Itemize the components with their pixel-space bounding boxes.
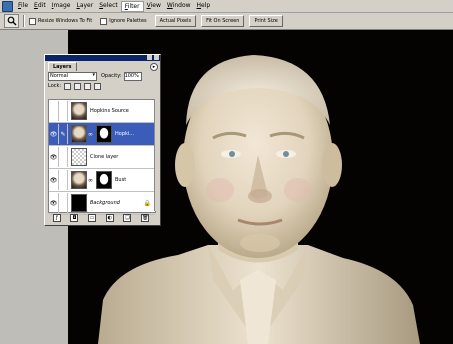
link-toggle[interactable] — [59, 101, 68, 121]
chain-link-icon[interactable]: ∞ — [88, 177, 93, 184]
layers-list: Hopkins Source 👁 ✎ ∞ Hopki... 👁 Clone la… — [48, 99, 156, 215]
ignore-palettes-checkbox[interactable]: Ignore Palettes — [100, 17, 147, 25]
layer-clone[interactable]: 👁 Clone layer — [49, 146, 155, 169]
minimize-icon[interactable] — [147, 55, 152, 60]
tab-layers[interactable]: Layers — [48, 62, 77, 71]
lock-position-icon[interactable] — [84, 82, 92, 90]
layer-hopkins-source[interactable]: Hopkins Source — [49, 100, 155, 123]
brush-icon[interactable]: ✎ — [59, 124, 68, 144]
layer-mask-thumbnail[interactable] — [96, 125, 112, 143]
add-mask-icon[interactable]: ◘ — [70, 213, 79, 222]
layers-scrollbar[interactable] — [154, 99, 159, 211]
menu-view[interactable]: View — [144, 0, 164, 12]
divider — [23, 15, 25, 27]
resize-windows-checkbox[interactable]: Resize Windows To Fit — [29, 17, 93, 25]
layer-background[interactable]: 👁 Background 🔒 — [49, 192, 155, 215]
layer-thumbnail — [71, 194, 87, 212]
lock-transparency-icon[interactable] — [64, 82, 72, 90]
palette-tabs: Layers ▸ — [45, 61, 160, 71]
link-toggle[interactable] — [59, 170, 68, 190]
photoshop-app-icon[interactable] — [2, 0, 13, 12]
close-icon[interactable] — [154, 55, 159, 60]
layer-name: Background — [90, 200, 120, 206]
menu-edit[interactable]: Edit — [31, 0, 49, 12]
checkbox-box[interactable] — [29, 17, 36, 25]
opacity-field[interactable]: 100% — [123, 71, 142, 81]
checkbox-box[interactable] — [100, 17, 108, 25]
menu-layer[interactable]: Layer — [73, 0, 96, 12]
lock-row: Lock: — [45, 81, 160, 91]
blend-row: Normal Opacity: 100% — [45, 71, 160, 81]
layer-thumbnail — [71, 148, 87, 166]
layers-palette: Layers ▸ Normal Opacity: 100% Lock: Hopk… — [44, 54, 161, 226]
lock-label: Lock: — [48, 83, 62, 89]
blend-mode-select[interactable]: Normal — [48, 71, 97, 81]
print-size-button[interactable]: Print Size — [249, 15, 283, 27]
menu-filter[interactable]: Filter — [120, 0, 144, 12]
resize-windows-label: Resize Windows To Fit — [38, 18, 93, 24]
link-toggle[interactable] — [59, 193, 68, 213]
palette-bottom-bar: ƒ ◘ ▭ ◐ ❏ 🗑 — [48, 213, 154, 222]
layer-name: Bust — [115, 177, 127, 183]
layer-name: Clone layer — [90, 154, 119, 160]
layer-hopkins-masked[interactable]: 👁 ✎ ∞ Hopki... — [49, 123, 155, 146]
menu-select[interactable]: Select — [96, 0, 121, 12]
options-bar: Resize Windows To Fit Ignore Palettes Ac… — [0, 13, 453, 30]
eye-icon[interactable]: 👁 — [49, 193, 59, 213]
layer-name: Hopkins Source — [90, 108, 129, 114]
visibility-toggle[interactable] — [49, 101, 59, 121]
menu-file[interactable]: File — [15, 0, 31, 12]
lock-icon: 🔒 — [143, 199, 151, 207]
menu-help[interactable]: Help — [194, 0, 214, 12]
menu-image[interactable]: Image — [49, 0, 74, 12]
adjustment-layer-icon[interactable]: ◐ — [105, 213, 114, 222]
zoom-icon — [7, 16, 16, 26]
new-set-icon[interactable]: ▭ — [88, 213, 97, 222]
opacity-label: Opacity: — [101, 73, 122, 79]
eye-icon[interactable]: 👁 — [49, 170, 59, 190]
eye-icon[interactable]: 👁 — [49, 124, 59, 144]
new-layer-icon[interactable]: ❏ — [123, 213, 132, 222]
chain-link-icon[interactable]: ∞ — [88, 131, 93, 138]
actual-pixels-button[interactable]: Actual Pixels — [154, 15, 197, 27]
trash-icon[interactable]: 🗑 — [141, 213, 150, 222]
layer-thumbnail — [71, 102, 87, 120]
layer-thumbnail — [71, 125, 87, 143]
eye-icon[interactable]: 👁 — [49, 147, 59, 167]
layer-name: Hopki... — [115, 131, 135, 137]
lock-image-icon[interactable] — [74, 82, 82, 90]
layer-style-icon[interactable]: ƒ — [52, 213, 61, 222]
menu-bar: File Edit Image Layer Select Filter View… — [0, 0, 453, 13]
zoom-tool-button[interactable] — [4, 14, 19, 28]
layer-bust[interactable]: 👁 ∞ Bust — [49, 169, 155, 192]
layer-mask-thumbnail[interactable] — [96, 171, 112, 189]
ignore-palettes-label: Ignore Palettes — [109, 18, 147, 24]
layer-thumbnail — [71, 171, 87, 189]
lock-all-icon[interactable] — [94, 82, 102, 90]
link-toggle[interactable] — [59, 147, 68, 167]
menu-window[interactable]: Window — [164, 0, 194, 12]
palette-menu-arrow-icon[interactable]: ▸ — [150, 63, 158, 71]
fit-on-screen-button[interactable]: Fit On Screen — [201, 15, 245, 27]
